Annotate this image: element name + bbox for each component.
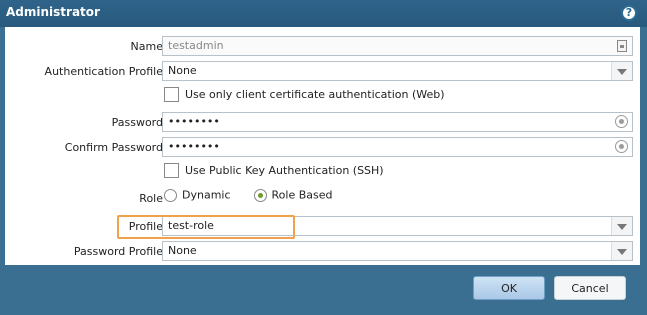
password-profile-value: None <box>168 244 197 257</box>
administrator-dialog: Administrator ? Name testadmin Authentic… <box>0 0 647 315</box>
chevron-down-icon[interactable] <box>611 242 632 260</box>
role-radio-group: Dynamic Role Based <box>164 188 332 208</box>
confirm-password-field[interactable]: •••••••• <box>162 137 633 157</box>
role-label: Role <box>139 192 163 205</box>
reveal-password-icon[interactable] <box>615 115 628 128</box>
help-icon[interactable]: ? <box>621 5 637 21</box>
password-value: •••••••• <box>168 115 220 128</box>
public-key-checkbox-wrap[interactable]: Use Public Key Authentication (SSH) <box>164 163 384 183</box>
confirm-password-label: Confirm Password <box>64 141 163 154</box>
auth-profile-select[interactable]: None <box>162 61 633 81</box>
auth-profile-value: None <box>168 64 197 77</box>
password-label: Password <box>111 116 163 129</box>
password-row: Password •••••••• <box>5 112 640 134</box>
public-key-label: Use Public Key Authentication (SSH) <box>185 164 384 177</box>
client-cert-checkbox[interactable] <box>164 87 179 102</box>
password-profile-select[interactable]: None <box>162 241 633 261</box>
titlebar: Administrator ? <box>0 0 647 27</box>
profile-row: Profile test-role <box>5 216 640 238</box>
window-title: Administrator <box>6 5 100 19</box>
chevron-down-icon[interactable] <box>611 217 632 235</box>
public-key-row: Use Public Key Authentication (SSH) <box>5 163 640 185</box>
password-profile-label: Password Profile <box>73 245 163 258</box>
password-profile-row: Password Profile None <box>5 241 640 263</box>
profile-highlight <box>117 215 295 239</box>
confirm-password-value: •••••••• <box>168 140 220 153</box>
lock-icon <box>617 40 627 52</box>
auth-profile-label: Authentication Profile <box>44 65 163 78</box>
role-based-label: Role Based <box>271 188 333 202</box>
role-based-radio[interactable] <box>253 188 267 202</box>
chevron-down-icon[interactable] <box>611 62 632 80</box>
ok-button[interactable]: OK <box>473 276 545 300</box>
cancel-button[interactable]: Cancel <box>554 276 626 300</box>
client-cert-checkbox-wrap[interactable]: Use only client certificate authenticati… <box>164 87 445 107</box>
client-cert-row: Use only client certificate authenticati… <box>5 87 640 109</box>
form-body: Name testadmin Authentication Profile No… <box>5 27 640 265</box>
name-value: testadmin <box>168 39 224 52</box>
role-row: Role Dynamic Role Based <box>5 188 640 210</box>
dialog-footer: OK Cancel <box>0 265 647 315</box>
name-row: Name testadmin <box>5 36 640 58</box>
name-label: Name <box>130 40 163 53</box>
reveal-confirm-password-icon[interactable] <box>615 140 628 153</box>
role-dynamic-radio[interactable] <box>164 188 177 202</box>
name-field: testadmin <box>162 36 633 56</box>
confirm-password-row: Confirm Password •••••••• <box>5 137 640 159</box>
password-field[interactable]: •••••••• <box>162 112 633 132</box>
role-dynamic-label: Dynamic <box>182 188 231 202</box>
auth-profile-row: Authentication Profile None <box>5 61 640 83</box>
client-cert-label: Use only client certificate authenticati… <box>185 88 445 101</box>
public-key-checkbox[interactable] <box>164 163 179 178</box>
